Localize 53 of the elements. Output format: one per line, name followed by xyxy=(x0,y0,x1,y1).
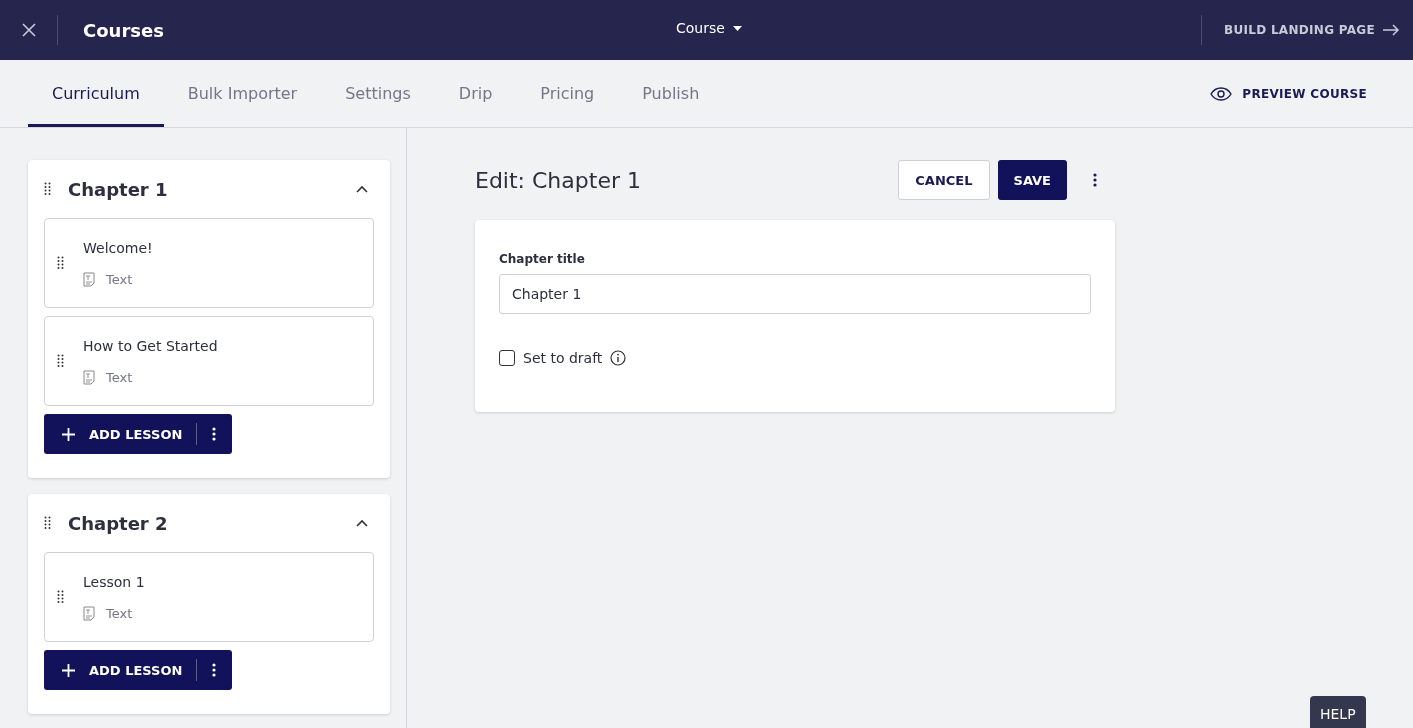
tab[interactable]: Bulk Importer xyxy=(163,60,322,127)
caret-down-icon xyxy=(732,25,742,31)
document-icon xyxy=(83,369,95,385)
preview-course-button[interactable]: PREVIEW COURSE xyxy=(1210,86,1367,101)
drag-handle-icon xyxy=(44,516,51,530)
more-options-icon xyxy=(212,663,217,677)
add-lesson-label: ADD LESSON xyxy=(89,426,183,442)
plus-icon xyxy=(62,663,75,677)
help-button[interactable]: HELP xyxy=(1310,696,1366,728)
tab[interactable]: Drip xyxy=(434,60,517,127)
document-icon xyxy=(83,605,95,621)
lesson-title: Lesson 1 xyxy=(83,573,145,590)
document-icon xyxy=(83,271,95,287)
lesson-card[interactable]: Welcome! Text xyxy=(44,218,374,308)
draft-checkbox[interactable] xyxy=(499,350,515,366)
lesson-type: Text xyxy=(106,271,133,287)
chapter-title: Chapter 2 xyxy=(68,512,169,534)
lesson-title: Welcome! xyxy=(83,239,153,256)
page-title: Courses xyxy=(83,19,164,41)
save-button[interactable]: SAVE xyxy=(997,160,1067,200)
tab[interactable]: Settings xyxy=(321,60,435,127)
more-options-icon xyxy=(1093,173,1097,187)
info-icon xyxy=(610,350,627,366)
lesson-card[interactable]: How to Get Started Text xyxy=(44,316,374,406)
cancel-button[interactable]: CANCEL xyxy=(898,160,990,200)
field-label: Chapter title xyxy=(499,252,585,266)
lesson-title: How to Get Started xyxy=(83,337,218,354)
draft-label: Set to draft xyxy=(523,350,603,366)
drag-handle-icon xyxy=(57,256,64,270)
tab[interactable]: Pricing xyxy=(516,60,619,127)
chevron-up-icon xyxy=(356,185,368,193)
chapter-title-field[interactable]: Chapter 1 xyxy=(499,274,1091,314)
drag-handle-icon xyxy=(57,354,64,368)
drag-handle-icon xyxy=(44,182,51,196)
add-lesson-button[interactable]: ADD LESSON xyxy=(44,650,233,690)
plus-icon xyxy=(62,427,75,441)
arrow-right-icon xyxy=(1383,24,1400,36)
add-lesson-label: ADD LESSON xyxy=(89,662,183,678)
eye-icon xyxy=(1210,86,1233,101)
tab[interactable]: Curriculum xyxy=(28,60,164,127)
chevron-up-icon xyxy=(356,519,368,527)
tab[interactable]: Publish xyxy=(618,60,724,127)
chapter-title: Chapter 1 xyxy=(68,178,169,200)
course-dropdown[interactable]: Course xyxy=(676,20,742,36)
lesson-card[interactable]: Lesson 1 Text xyxy=(44,552,374,642)
close-icon xyxy=(21,23,36,37)
lesson-type: Text xyxy=(106,369,133,385)
drag-handle-icon xyxy=(57,590,64,604)
editor-heading: Edit: Chapter 1 xyxy=(475,167,642,193)
more-options-icon xyxy=(212,427,217,441)
add-lesson-button[interactable]: ADD LESSON xyxy=(44,414,233,454)
build-landing-page-link[interactable]: BUILD LANDING PAGE xyxy=(1200,15,1413,45)
lesson-type: Text xyxy=(106,605,133,621)
